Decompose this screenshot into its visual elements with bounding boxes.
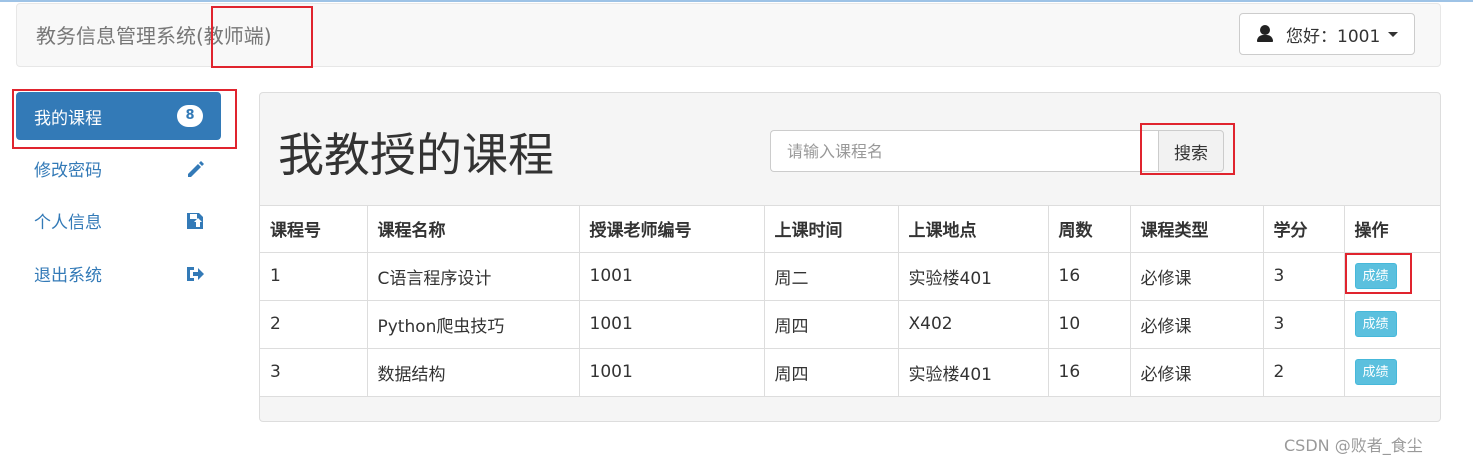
courses-panel: 我教授的课程 搜索 课程号 课程名称 授课老师编号 上课时间 上课地点 周数 课… — [259, 92, 1441, 422]
column-header: 课程名称 — [367, 206, 580, 253]
caret-down-icon — [1388, 31, 1399, 37]
column-header: 课程类型 — [1130, 206, 1264, 253]
cell-location: 实验楼401 — [898, 252, 1049, 301]
cell-course-name: C语言程序设计 — [367, 252, 580, 301]
user-greeting: 您好：1001 — [1286, 26, 1381, 47]
cell-action: 成绩 — [1344, 300, 1440, 349]
pencil-icon — [188, 161, 204, 177]
column-header: 上课地点 — [898, 206, 1049, 253]
cell-teacher-id: 1001 — [579, 252, 765, 301]
column-header: 授课老师编号 — [579, 206, 765, 253]
cell-course-id: 3 — [260, 348, 368, 397]
app-title-text: 教务信息管理系统 — [36, 24, 196, 48]
cell-action: 成绩 — [1344, 348, 1440, 397]
table-row: 1 C语言程序设计 1001 周二 实验楼401 16 必修课 3 成绩 — [260, 252, 1440, 301]
cell-course-type: 必修课 — [1130, 348, 1264, 397]
column-header: 周数 — [1048, 206, 1131, 253]
cell-credit: 2 — [1263, 348, 1345, 397]
table-row: 3 数据结构 1001 周四 实验楼401 16 必修课 2 成绩 — [260, 348, 1440, 397]
sidebar-item-change-password[interactable]: 修改密码 — [16, 144, 221, 192]
cell-weeks: 10 — [1048, 300, 1131, 349]
cell-weeks: 16 — [1048, 252, 1131, 301]
cell-credit: 3 — [1263, 300, 1345, 349]
top-accent-line — [0, 0, 1473, 2]
cell-course-id: 2 — [260, 300, 368, 349]
column-header: 操作 — [1344, 206, 1440, 253]
cell-course-name: 数据结构 — [367, 348, 580, 397]
page-title: 我教授的课程 — [278, 128, 554, 182]
table-header-row: 课程号 课程名称 授课老师编号 上课时间 上课地点 周数 课程类型 学分 操作 — [260, 206, 1440, 253]
sidebar-item-label: 修改密码 — [34, 160, 102, 181]
sidebar-item-label: 个人信息 — [34, 212, 102, 233]
column-header: 课程号 — [260, 206, 368, 253]
highlight-box-grade — [1345, 253, 1412, 294]
save-icon — [187, 213, 203, 229]
highlight-box-sidebar — [12, 89, 237, 149]
watermark: CSDN @败者_食尘 — [1284, 436, 1423, 455]
grades-button[interactable]: 成绩 — [1354, 359, 1397, 385]
cell-course-id: 1 — [260, 252, 368, 301]
courses-table: 课程号 课程名称 授课老师编号 上课时间 上课地点 周数 课程类型 学分 操作 … — [260, 206, 1440, 397]
course-search-input[interactable] — [770, 130, 1159, 172]
cell-course-type: 必修课 — [1130, 252, 1264, 301]
logout-icon — [187, 267, 204, 281]
highlight-box-title — [211, 6, 313, 68]
courses-table-wrap: 课程号 课程名称 授课老师编号 上课时间 上课地点 周数 课程类型 学分 操作 … — [260, 205, 1440, 397]
user-menu-button[interactable]: 您好：1001 — [1239, 13, 1415, 55]
cell-class-time: 周四 — [764, 348, 899, 397]
cell-class-time: 周二 — [764, 252, 899, 301]
sidebar-item-profile[interactable]: 个人信息 — [16, 196, 221, 244]
grades-button[interactable]: 成绩 — [1354, 311, 1397, 337]
cell-location: 实验楼401 — [898, 348, 1049, 397]
column-header: 学分 — [1263, 206, 1345, 253]
cell-weeks: 16 — [1048, 348, 1131, 397]
table-row: 2 Python爬虫技巧 1001 周四 X402 10 必修课 3 成绩 — [260, 300, 1440, 349]
cell-teacher-id: 1001 — [579, 348, 765, 397]
cell-credit: 3 — [1263, 252, 1345, 301]
sidebar-item-logout[interactable]: 退出系统 — [16, 249, 221, 297]
cell-course-type: 必修课 — [1130, 300, 1264, 349]
cell-course-name: Python爬虫技巧 — [367, 300, 580, 349]
sidebar-item-label: 退出系统 — [34, 265, 102, 286]
column-header: 上课时间 — [764, 206, 899, 253]
highlight-box-search — [1140, 123, 1235, 175]
user-icon — [1257, 25, 1273, 43]
cell-teacher-id: 1001 — [579, 300, 765, 349]
cell-class-time: 周四 — [764, 300, 899, 349]
cell-location: X402 — [898, 300, 1049, 349]
